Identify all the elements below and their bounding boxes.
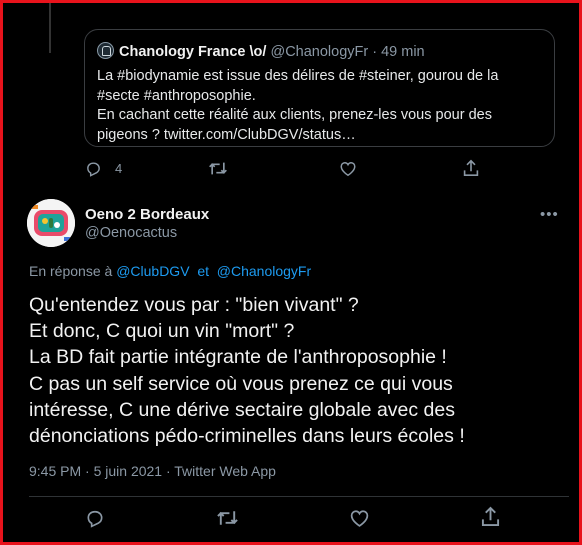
quoted-tweet-card[interactable]: Chanology France \o/ @ChanologyFr · 49 m… bbox=[84, 29, 555, 147]
quoted-like-button[interactable] bbox=[339, 160, 357, 177]
retweet-button[interactable] bbox=[216, 508, 239, 528]
mention-link[interactable]: @ChanologyFr bbox=[217, 263, 311, 279]
reply-button[interactable] bbox=[85, 508, 105, 528]
quoted-tweet-header: Chanology France \o/ @ChanologyFr · 49 m… bbox=[97, 42, 425, 60]
author-name[interactable]: Oeno 2 Bordeaux bbox=[85, 206, 209, 223]
quoted-share-button[interactable] bbox=[463, 159, 479, 177]
divider bbox=[29, 496, 569, 497]
quoted-line: #secte #anthroposophie. bbox=[97, 87, 256, 104]
like-button[interactable] bbox=[349, 508, 370, 528]
quoted-reply-count: 4 bbox=[115, 161, 123, 176]
quoted-author-name[interactable]: Chanology France \o/ bbox=[119, 44, 266, 60]
quoted-tweet-text: La #biodynamie est issue des délires de … bbox=[97, 67, 547, 145]
retweet-icon bbox=[209, 162, 227, 175]
tweet-line: Qu'entendez vous par : "bien vivant" ? bbox=[29, 294, 359, 316]
thread-line bbox=[49, 3, 51, 53]
quoted-tweet-time[interactable]: · 49 min bbox=[372, 44, 424, 60]
cactus-logo-icon bbox=[27, 199, 75, 247]
tweet-line: intéresse, C une dérive sectaire globale… bbox=[29, 398, 455, 421]
quoted-line: pigeons ? twitter.com/ClubDGV/status… bbox=[97, 126, 356, 143]
quoted-reply-button[interactable]: 4 bbox=[85, 160, 122, 177]
tweet-line: La BD fait partie intégrante de l'anthro… bbox=[29, 346, 447, 369]
tweet-meta[interactable]: 9:45 PM · 5 juin 2021 · Twitter Web App bbox=[29, 463, 276, 479]
reply-icon bbox=[87, 162, 100, 177]
quoted-author-handle[interactable]: @ChanologyFr bbox=[270, 44, 368, 60]
tweet-line: C pas un self service où vous prenez ce … bbox=[29, 372, 453, 395]
tweet-text: Qu'entendez vous par : "bien vivant" ? E… bbox=[29, 292, 569, 449]
retweet-icon bbox=[217, 511, 238, 525]
share-button[interactable] bbox=[481, 506, 500, 527]
quoted-line: La #biodynamie est issue des délires de … bbox=[97, 68, 499, 84]
reply-prefix: En réponse à bbox=[29, 263, 113, 279]
quoted-retweet-button[interactable] bbox=[208, 160, 228, 177]
mention-link[interactable]: @ClubDGV bbox=[116, 263, 189, 279]
reply-icon bbox=[87, 510, 103, 528]
share-icon bbox=[481, 506, 500, 526]
and-word: et bbox=[197, 263, 209, 279]
share-icon bbox=[463, 159, 479, 176]
tweet-line: dénonciations pédo-criminelles dans leur… bbox=[29, 425, 465, 448]
like-icon bbox=[350, 510, 369, 527]
quoted-author-avatar[interactable] bbox=[97, 42, 114, 59]
like-icon bbox=[340, 161, 356, 177]
tweet-line: Et donc, C quoi un vin "mort" ? bbox=[29, 320, 295, 343]
quoted-line: En cachant cette réalité aux clients, pr… bbox=[97, 107, 492, 123]
author-handle[interactable]: @Oenocactus bbox=[85, 225, 177, 241]
reply-context: En réponse à @ClubDGV et @ChanologyFr bbox=[29, 263, 311, 279]
tweet-frame: Chanology France \o/ @ChanologyFr · 49 m… bbox=[0, 0, 582, 545]
author-avatar[interactable] bbox=[27, 199, 75, 247]
more-icon[interactable]: ••• bbox=[540, 206, 559, 223]
